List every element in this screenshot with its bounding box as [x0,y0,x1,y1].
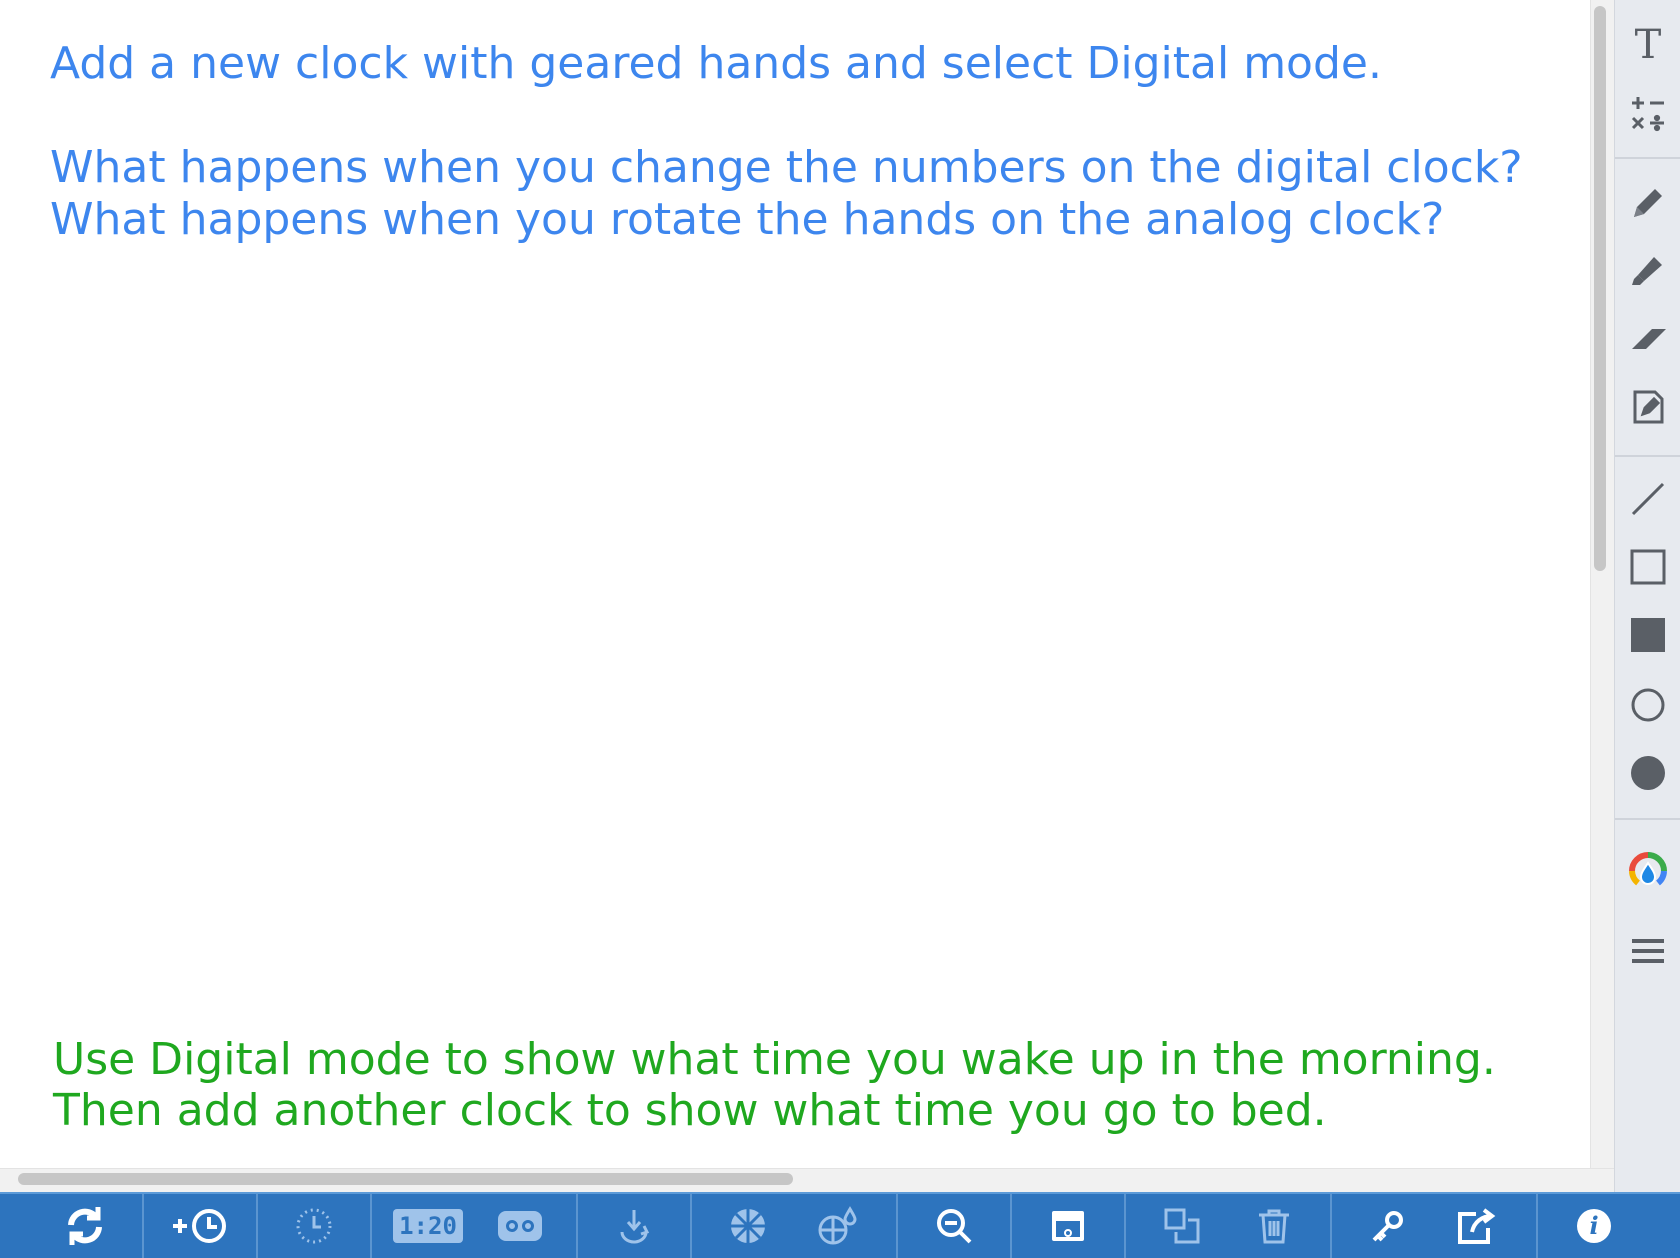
math-operators-icon [1631,97,1664,132]
hint-text-line-2: Then add another clock to show what time… [53,1085,1327,1136]
trash-icon [1259,1209,1289,1244]
rectangle-filled-icon [1631,618,1665,652]
horizontal-scrollbar-thumb[interactable] [18,1173,793,1185]
line-weight-tool-button[interactable] [1615,920,1680,982]
pie-wheel-icon [731,1209,765,1243]
pen-tool-button[interactable] [1615,172,1680,234]
clock-toolbar: 1:20 i [0,1192,1680,1258]
sidebar-divider [1615,455,1680,457]
dotted-clock-icon [296,1208,332,1244]
info-icon: i [1577,1209,1611,1243]
digital-mode-button[interactable]: 1:20 [372,1194,484,1258]
drawing-tools-sidebar: T [1614,0,1680,1192]
eraser-tool-button[interactable] [1615,308,1680,370]
circle-tool-button[interactable] [1615,674,1680,736]
sidebar-divider [1615,818,1680,820]
prompt-text-line-1: Add a new clock with geared hands and se… [50,38,1382,89]
duplicate-icon [1164,1208,1200,1244]
vertical-scrollbar-thumb[interactable] [1594,6,1606,571]
rectangle-tool-button[interactable] [1615,536,1680,598]
rotate-hand-icon [620,1210,650,1244]
eraser-icon [1632,329,1666,349]
prompt-text-line-3: What happens when you rotate the hands o… [50,194,1445,245]
note-tool-button[interactable] [1615,376,1680,438]
hint-text-line-1: Use Digital mode to show what time you w… [53,1034,1496,1085]
text-T-icon: T [1634,22,1662,68]
highlighter-tool-button[interactable] [1615,240,1680,302]
rotate-hands-button[interactable] [578,1194,690,1258]
share-button[interactable] [1420,1194,1532,1258]
pencil-icon [1634,189,1662,217]
filled-rectangle-tool-button[interactable] [1615,604,1680,666]
color-tool-button[interactable] [1615,840,1680,902]
workspace-canvas[interactable]: Add a new clock with geared hands and se… [0,0,1590,1168]
cover-button[interactable] [1012,1194,1124,1258]
circle-filled-icon [1631,756,1665,790]
clock-face-button[interactable] [258,1194,370,1258]
note-edit-icon [1633,390,1664,424]
line-tool-button[interactable] [1615,468,1680,530]
window-shade-icon [1052,1211,1084,1241]
text-tool-button[interactable]: T [1615,14,1680,76]
share-icon [1458,1208,1496,1244]
line-icon [1631,482,1665,516]
refresh-button[interactable] [30,1194,140,1258]
rectangle-outline-icon [1630,549,1666,585]
zoom-out-button[interactable] [898,1194,1010,1258]
add-clock-button[interactable] [144,1194,256,1258]
key-icon [1372,1211,1403,1242]
circle-outline-icon [1631,688,1665,722]
digital-clock-display: 1:20 [399,1212,457,1240]
zoom-out-icon [937,1209,972,1244]
geared-hands-button[interactable] [484,1194,556,1258]
prompt-text-line-2: What happens when you change the numbers… [50,142,1523,193]
fraction-wheel-button[interactable] [692,1194,804,1258]
color-sections-button[interactable] [792,1194,882,1258]
highlighter-icon [1632,257,1662,285]
pie-color-icon [818,1206,857,1245]
gears-icon [498,1211,542,1241]
info-button[interactable]: i [1538,1194,1650,1258]
sidebar-divider [1615,157,1680,159]
add-clock-icon [173,1209,226,1243]
line-weight-icon [1632,939,1664,963]
color-palette-drop-icon [1629,852,1667,886]
math-tool-button[interactable] [1615,82,1680,144]
digital-clock-icon: 1:20 [393,1209,463,1243]
filled-circle-tool-button[interactable] [1615,742,1680,804]
delete-button[interactable] [1218,1194,1330,1258]
refresh-icon [68,1207,102,1245]
